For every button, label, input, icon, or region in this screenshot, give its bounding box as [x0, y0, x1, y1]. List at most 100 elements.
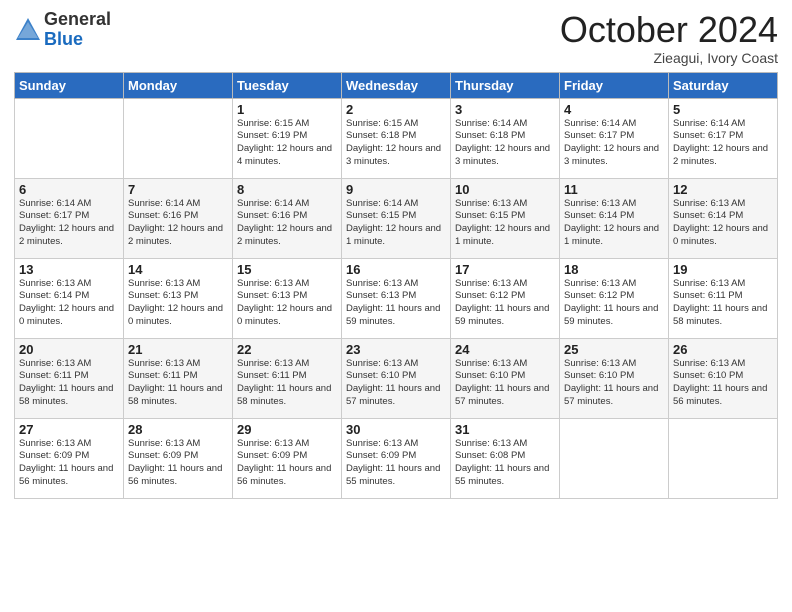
header-tuesday: Tuesday — [233, 72, 342, 98]
calendar-day-cell: 2Sunrise: 6:15 AM Sunset: 6:18 PM Daylig… — [342, 98, 451, 178]
day-number: 9 — [346, 182, 446, 197]
day-number: 28 — [128, 422, 228, 437]
calendar-day-cell: 25Sunrise: 6:13 AM Sunset: 6:10 PM Dayli… — [560, 338, 669, 418]
day-number: 22 — [237, 342, 337, 357]
header-thursday: Thursday — [451, 72, 560, 98]
day-info: Sunrise: 6:14 AM Sunset: 6:17 PM Dayligh… — [19, 198, 119, 249]
day-info: Sunrise: 6:13 AM Sunset: 6:13 PM Dayligh… — [237, 278, 337, 329]
day-info: Sunrise: 6:13 AM Sunset: 6:10 PM Dayligh… — [564, 358, 664, 409]
day-info: Sunrise: 6:13 AM Sunset: 6:12 PM Dayligh… — [455, 278, 555, 329]
day-number: 20 — [19, 342, 119, 357]
calendar-day-cell: 22Sunrise: 6:13 AM Sunset: 6:11 PM Dayli… — [233, 338, 342, 418]
empty-cell — [560, 418, 669, 498]
day-number: 19 — [673, 262, 773, 277]
day-info: Sunrise: 6:14 AM Sunset: 6:16 PM Dayligh… — [237, 198, 337, 249]
calendar-day-cell: 14Sunrise: 6:13 AM Sunset: 6:13 PM Dayli… — [124, 258, 233, 338]
day-number: 18 — [564, 262, 664, 277]
day-info: Sunrise: 6:15 AM Sunset: 6:19 PM Dayligh… — [237, 118, 337, 169]
day-number: 6 — [19, 182, 119, 197]
calendar-day-cell: 8Sunrise: 6:14 AM Sunset: 6:16 PM Daylig… — [233, 178, 342, 258]
day-info: Sunrise: 6:13 AM Sunset: 6:09 PM Dayligh… — [237, 438, 337, 489]
calendar-table: SundayMondayTuesdayWednesdayThursdayFrid… — [14, 72, 778, 499]
calendar-week-row: 1Sunrise: 6:15 AM Sunset: 6:19 PM Daylig… — [15, 98, 778, 178]
day-number: 26 — [673, 342, 773, 357]
day-number: 8 — [237, 182, 337, 197]
day-number: 1 — [237, 102, 337, 117]
day-info: Sunrise: 6:13 AM Sunset: 6:12 PM Dayligh… — [564, 278, 664, 329]
calendar-day-cell: 16Sunrise: 6:13 AM Sunset: 6:13 PM Dayli… — [342, 258, 451, 338]
month-title: October 2024 — [560, 10, 778, 50]
day-info: Sunrise: 6:13 AM Sunset: 6:14 PM Dayligh… — [564, 198, 664, 249]
day-info: Sunrise: 6:13 AM Sunset: 6:13 PM Dayligh… — [128, 278, 228, 329]
day-info: Sunrise: 6:13 AM Sunset: 6:08 PM Dayligh… — [455, 438, 555, 489]
day-info: Sunrise: 6:14 AM Sunset: 6:17 PM Dayligh… — [673, 118, 773, 169]
day-number: 24 — [455, 342, 555, 357]
calendar-week-row: 20Sunrise: 6:13 AM Sunset: 6:11 PM Dayli… — [15, 338, 778, 418]
calendar-day-cell: 30Sunrise: 6:13 AM Sunset: 6:09 PM Dayli… — [342, 418, 451, 498]
day-number: 30 — [346, 422, 446, 437]
calendar-day-cell: 7Sunrise: 6:14 AM Sunset: 6:16 PM Daylig… — [124, 178, 233, 258]
logo-general: General — [44, 10, 111, 30]
day-number: 10 — [455, 182, 555, 197]
calendar-day-cell: 26Sunrise: 6:13 AM Sunset: 6:10 PM Dayli… — [669, 338, 778, 418]
calendar-day-cell: 15Sunrise: 6:13 AM Sunset: 6:13 PM Dayli… — [233, 258, 342, 338]
day-info: Sunrise: 6:14 AM Sunset: 6:18 PM Dayligh… — [455, 118, 555, 169]
calendar-day-cell: 20Sunrise: 6:13 AM Sunset: 6:11 PM Dayli… — [15, 338, 124, 418]
logo-text: General Blue — [44, 10, 111, 50]
day-number: 17 — [455, 262, 555, 277]
calendar-day-cell: 9Sunrise: 6:14 AM Sunset: 6:15 PM Daylig… — [342, 178, 451, 258]
day-number: 14 — [128, 262, 228, 277]
day-number: 21 — [128, 342, 228, 357]
header: General Blue October 2024 Zieagui, Ivory… — [14, 10, 778, 66]
day-number: 7 — [128, 182, 228, 197]
header-wednesday: Wednesday — [342, 72, 451, 98]
calendar-day-cell: 28Sunrise: 6:13 AM Sunset: 6:09 PM Dayli… — [124, 418, 233, 498]
day-info: Sunrise: 6:13 AM Sunset: 6:11 PM Dayligh… — [237, 358, 337, 409]
day-number: 27 — [19, 422, 119, 437]
calendar-day-cell: 18Sunrise: 6:13 AM Sunset: 6:12 PM Dayli… — [560, 258, 669, 338]
day-info: Sunrise: 6:14 AM Sunset: 6:17 PM Dayligh… — [564, 118, 664, 169]
title-block: October 2024 Zieagui, Ivory Coast — [560, 10, 778, 66]
logo: General Blue — [14, 10, 111, 50]
day-number: 11 — [564, 182, 664, 197]
day-info: Sunrise: 6:13 AM Sunset: 6:09 PM Dayligh… — [128, 438, 228, 489]
day-number: 23 — [346, 342, 446, 357]
day-info: Sunrise: 6:13 AM Sunset: 6:14 PM Dayligh… — [19, 278, 119, 329]
calendar-day-cell: 19Sunrise: 6:13 AM Sunset: 6:11 PM Dayli… — [669, 258, 778, 338]
page: General Blue October 2024 Zieagui, Ivory… — [0, 0, 792, 612]
header-saturday: Saturday — [669, 72, 778, 98]
day-info: Sunrise: 6:13 AM Sunset: 6:11 PM Dayligh… — [673, 278, 773, 329]
header-monday: Monday — [124, 72, 233, 98]
day-info: Sunrise: 6:15 AM Sunset: 6:18 PM Dayligh… — [346, 118, 446, 169]
day-info: Sunrise: 6:13 AM Sunset: 6:11 PM Dayligh… — [19, 358, 119, 409]
day-number: 2 — [346, 102, 446, 117]
calendar-day-cell: 17Sunrise: 6:13 AM Sunset: 6:12 PM Dayli… — [451, 258, 560, 338]
header-friday: Friday — [560, 72, 669, 98]
calendar-day-cell: 31Sunrise: 6:13 AM Sunset: 6:08 PM Dayli… — [451, 418, 560, 498]
day-info: Sunrise: 6:13 AM Sunset: 6:09 PM Dayligh… — [346, 438, 446, 489]
day-info: Sunrise: 6:13 AM Sunset: 6:10 PM Dayligh… — [455, 358, 555, 409]
day-info: Sunrise: 6:14 AM Sunset: 6:15 PM Dayligh… — [346, 198, 446, 249]
calendar-day-cell: 29Sunrise: 6:13 AM Sunset: 6:09 PM Dayli… — [233, 418, 342, 498]
logo-blue: Blue — [44, 30, 111, 50]
day-info: Sunrise: 6:13 AM Sunset: 6:15 PM Dayligh… — [455, 198, 555, 249]
calendar-day-cell: 21Sunrise: 6:13 AM Sunset: 6:11 PM Dayli… — [124, 338, 233, 418]
day-number: 3 — [455, 102, 555, 117]
calendar-day-cell: 5Sunrise: 6:14 AM Sunset: 6:17 PM Daylig… — [669, 98, 778, 178]
day-info: Sunrise: 6:13 AM Sunset: 6:13 PM Dayligh… — [346, 278, 446, 329]
day-number: 29 — [237, 422, 337, 437]
day-number: 25 — [564, 342, 664, 357]
logo-icon — [14, 16, 42, 44]
calendar-day-cell: 23Sunrise: 6:13 AM Sunset: 6:10 PM Dayli… — [342, 338, 451, 418]
day-number: 4 — [564, 102, 664, 117]
calendar-week-row: 6Sunrise: 6:14 AM Sunset: 6:17 PM Daylig… — [15, 178, 778, 258]
day-number: 16 — [346, 262, 446, 277]
header-sunday: Sunday — [15, 72, 124, 98]
empty-cell — [124, 98, 233, 178]
subtitle: Zieagui, Ivory Coast — [560, 50, 778, 66]
calendar-day-cell: 6Sunrise: 6:14 AM Sunset: 6:17 PM Daylig… — [15, 178, 124, 258]
day-info: Sunrise: 6:13 AM Sunset: 6:09 PM Dayligh… — [19, 438, 119, 489]
day-number: 12 — [673, 182, 773, 197]
calendar-day-cell: 4Sunrise: 6:14 AM Sunset: 6:17 PM Daylig… — [560, 98, 669, 178]
calendar-day-cell: 11Sunrise: 6:13 AM Sunset: 6:14 PM Dayli… — [560, 178, 669, 258]
